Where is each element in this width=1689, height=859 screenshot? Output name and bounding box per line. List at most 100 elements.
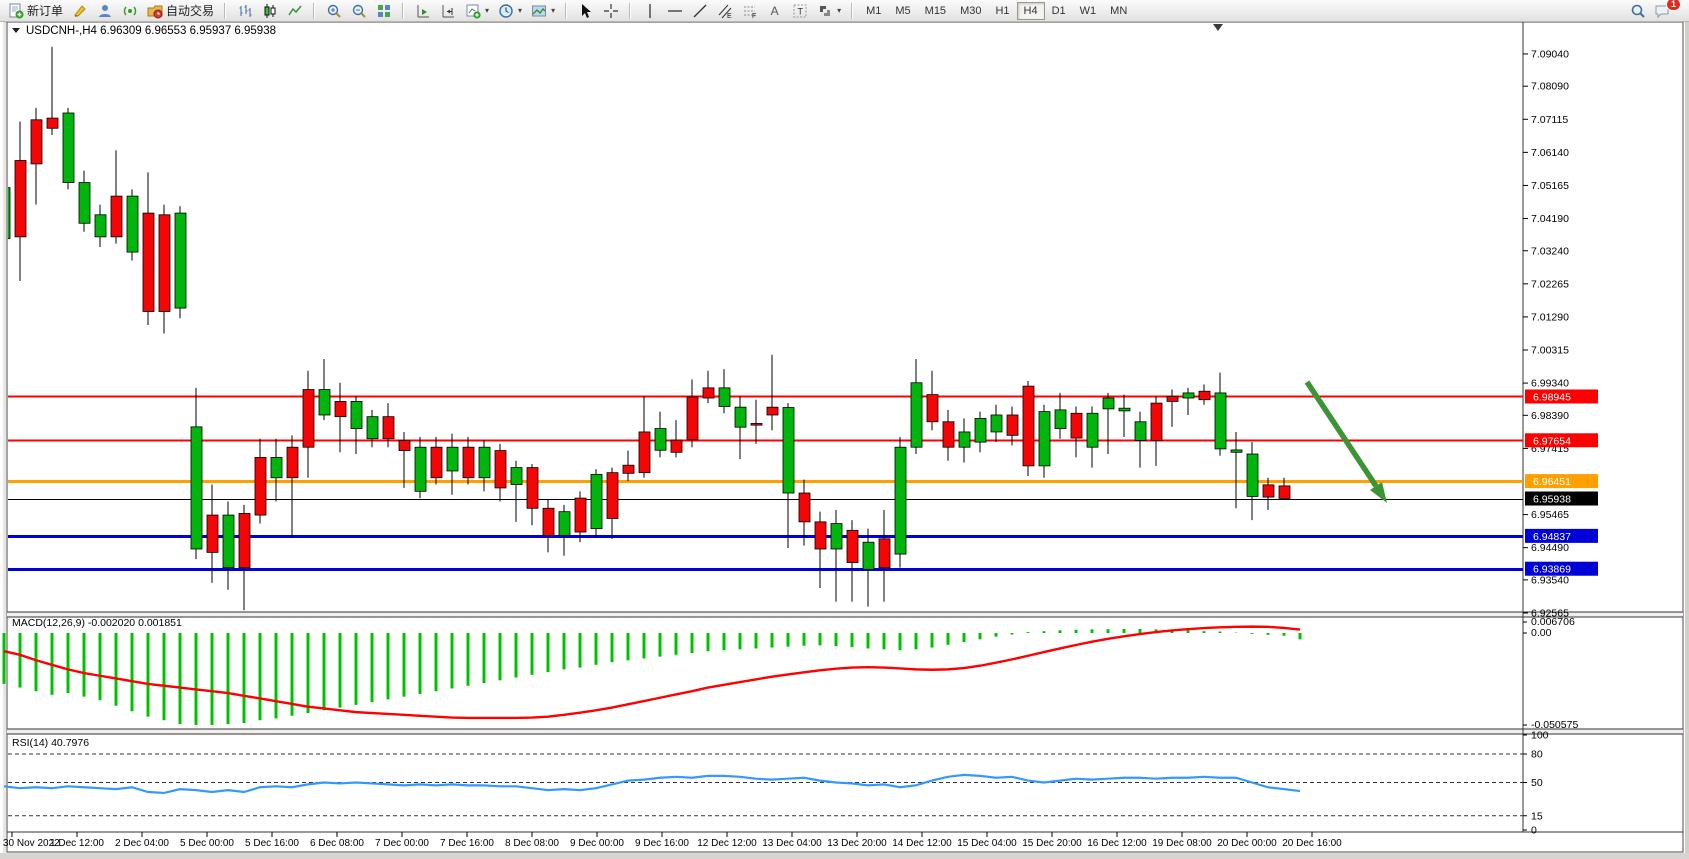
bear-candle <box>639 432 650 473</box>
bull-candle <box>1183 393 1194 398</box>
periods-button[interactable]: ▾ <box>493 2 526 20</box>
bear-candle <box>1023 386 1034 466</box>
bull-candle <box>975 418 986 442</box>
price-line-badge-label: 6.95938 <box>1533 494 1571 506</box>
macd-label: MACD(12,26,9) -0.002020 0.001851 <box>12 617 182 629</box>
clock-icon <box>497 3 514 19</box>
auto-trading-button[interactable]: 自动交易 <box>142 1 218 20</box>
text-tool[interactable]: A <box>762 2 787 20</box>
price-axis-label: 7.07115 <box>1531 114 1568 126</box>
date-axis-label: 9 Dec 16:00 <box>635 838 689 849</box>
timeframe-m15[interactable]: M15 <box>918 2 953 20</box>
bull-candle <box>863 542 874 569</box>
bull-candle <box>479 447 490 478</box>
bear-candle <box>751 423 762 425</box>
status-strip <box>0 853 1689 859</box>
bull-candle <box>447 447 458 471</box>
bear-candle <box>31 120 42 164</box>
search-icon <box>1629 3 1646 19</box>
svg-text:T: T <box>797 6 803 16</box>
channel-icon: E <box>716 3 733 19</box>
pane-divider[interactable] <box>7 729 1683 734</box>
timeframe-w1[interactable]: W1 <box>1073 2 1104 20</box>
bull-candle <box>1247 454 1258 496</box>
auto-trading-label: 自动交易 <box>166 2 214 19</box>
label-tool[interactable]: T <box>787 2 812 20</box>
zoom-out-icon <box>350 3 367 19</box>
price-axis-label: 7.06140 <box>1531 147 1569 159</box>
bear-candle <box>767 407 778 415</box>
price-line-badge-label: 6.97654 <box>1533 435 1571 447</box>
bear-candle <box>15 161 26 237</box>
tile-windows-button[interactable] <box>371 2 396 20</box>
channel-tool[interactable]: E <box>712 2 737 20</box>
timeframe-switcher: M1 M5 M15 M30 H1 H4 D1 W1 MN <box>856 1 1137 21</box>
signal-button[interactable] <box>117 2 142 20</box>
window-right-edge <box>1685 21 1689 859</box>
bull-candle <box>831 524 842 549</box>
price-line-badge-label: 6.94837 <box>1533 531 1571 543</box>
timeframe-m5[interactable]: M5 <box>888 2 917 20</box>
bull-candle <box>79 183 90 224</box>
bull-candle <box>1119 408 1130 411</box>
signal-icon <box>121 3 138 19</box>
bear-candle <box>543 508 554 535</box>
price-axis-label: 7.02265 <box>1531 278 1569 290</box>
notifications-button[interactable]: 1 <box>1650 2 1675 20</box>
price-axis-label: 6.98390 <box>1531 410 1569 422</box>
profile-button[interactable] <box>92 2 117 20</box>
timeframe-mn[interactable]: MN <box>1103 2 1134 20</box>
shapes-tool[interactable]: ▾ <box>812 2 845 20</box>
crosshair-button[interactable] <box>598 2 623 20</box>
horizontal-line-tool[interactable] <box>662 2 687 20</box>
chart-shift-button[interactable] <box>435 2 460 20</box>
price-line-badge-label: 6.98945 <box>1533 391 1571 403</box>
zoom-out-button[interactable] <box>346 2 371 20</box>
bull-candle <box>783 408 794 494</box>
date-axis-label: 5 Dec 00:00 <box>180 838 234 849</box>
fibonacci-tool[interactable]: F <box>737 2 762 20</box>
timeframe-h4[interactable]: H4 <box>1017 2 1045 20</box>
bear-candle <box>1199 391 1210 399</box>
toolbar-separator <box>629 3 631 19</box>
vertical-line-icon <box>641 3 658 19</box>
templates-button[interactable]: ▾ <box>526 2 559 20</box>
bear-candle <box>799 493 810 522</box>
candlestick-chart-button[interactable] <box>257 2 282 20</box>
vertical-line-tool[interactable] <box>637 2 662 20</box>
price-axis-label: 7.01290 <box>1531 311 1569 323</box>
price-axis-label: 6.99340 <box>1531 378 1569 390</box>
rsi-scale-label: 0 <box>1531 825 1537 837</box>
svg-text:E: E <box>727 13 732 19</box>
bull-candle <box>959 432 970 447</box>
cursor-button[interactable] <box>573 2 598 20</box>
bar-chart-button[interactable] <box>232 2 257 20</box>
new-order-button[interactable]: 新订单 <box>3 1 67 20</box>
new-order-label: 新订单 <box>27 2 63 19</box>
timeframe-h1[interactable]: H1 <box>988 2 1016 20</box>
bull-candle <box>1215 393 1226 449</box>
bear-candle <box>815 522 826 549</box>
horizontal-line-icon <box>666 3 683 19</box>
bear-candle <box>927 395 938 422</box>
pane-divider[interactable] <box>7 612 1683 617</box>
zoom-in-button[interactable] <box>321 2 346 20</box>
date-axis-label: 20 Dec 16:00 <box>1282 838 1342 849</box>
date-axis-label: 9 Dec 00:00 <box>570 838 624 849</box>
trendline-tool[interactable] <box>687 2 712 20</box>
timeframe-d1[interactable]: D1 <box>1045 2 1073 20</box>
indicators-button[interactable]: ▾ <box>460 2 493 20</box>
date-axis-label: 15 Dec 20:00 <box>1022 838 1082 849</box>
label-tool-icon: T <box>791 3 808 19</box>
marker-tool-button[interactable] <box>67 2 92 20</box>
bear-candle <box>399 440 410 450</box>
search-button[interactable] <box>1625 2 1650 20</box>
line-chart-button[interactable] <box>282 2 307 20</box>
bear-candle <box>1279 486 1290 499</box>
auto-scroll-button[interactable] <box>410 2 435 20</box>
bull-candle <box>991 415 1002 432</box>
chevron-down-icon: ▾ <box>485 6 489 15</box>
marker-icon <box>71 3 88 19</box>
timeframe-m1[interactable]: M1 <box>859 2 888 20</box>
timeframe-m30[interactable]: M30 <box>953 2 988 20</box>
